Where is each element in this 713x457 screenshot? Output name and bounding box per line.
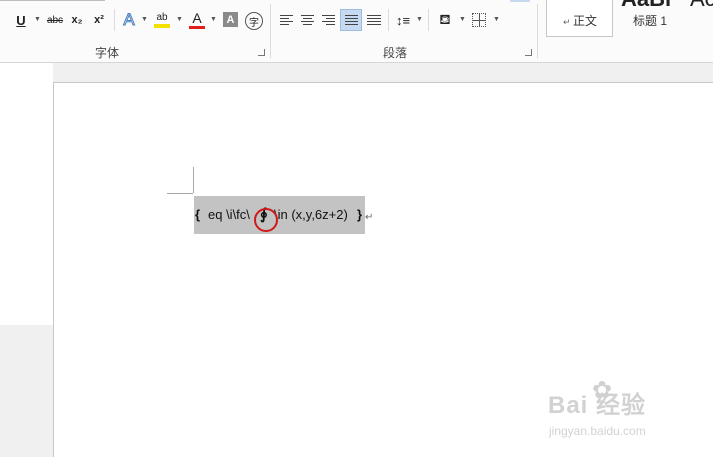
highlight-dropdown-icon[interactable]: ▼ [176, 16, 183, 23]
field-close-brace: } [357, 207, 363, 222]
character-shading-button[interactable]: A [223, 12, 238, 27]
font-group-label: 字体 [95, 46, 120, 60]
field-code-arguments: \in (x,y,6z+2) [274, 207, 348, 222]
align-center-icon [300, 15, 314, 25]
paragraph-dialog-launcher-icon[interactable] [525, 49, 532, 56]
font-color-label: A [192, 10, 202, 26]
line-spacing-dropdown-icon[interactable]: ▼ [416, 16, 423, 23]
superscript-button[interactable]: x² [91, 10, 107, 30]
highlight-color-bar [154, 24, 170, 28]
strikethrough-button[interactable]: abc [44, 10, 66, 30]
align-right-button[interactable] [320, 10, 336, 30]
align-right-icon [321, 15, 335, 25]
align-center-button[interactable] [299, 10, 315, 30]
text-effects-dropdown-icon[interactable]: ▼ [141, 16, 148, 23]
text-effects-button[interactable]: A [121, 10, 137, 30]
ribbon: U ▼ abc x₂ x² A ▼ ab ▼ A ▼ A 字 字体 ↕≡ ▼ ⛾… [0, 0, 713, 63]
gallery-scroll-highlight [510, 0, 530, 2]
divider [388, 9, 389, 31]
underline-button[interactable]: U [14, 10, 28, 30]
style-normal-label: ↵ 正文 [563, 14, 598, 28]
field-open-brace: { [195, 207, 201, 222]
divider [114, 9, 115, 31]
justify-button[interactable] [340, 9, 362, 31]
paragraph-mark: ↵ [365, 212, 374, 223]
align-left-icon [279, 15, 293, 25]
ribbon-top-line [0, 0, 105, 1]
style-heading-preview: AaBl [621, 0, 671, 12]
font-color-dropdown-icon[interactable]: ▼ [210, 16, 217, 23]
font-color-bar [189, 26, 205, 29]
style-next[interactable]: Ac [690, 0, 713, 36]
subscript-button[interactable]: x₂ [69, 10, 85, 30]
style-normal[interactable]: ↵ 正文 [546, 0, 613, 37]
style-heading-1[interactable]: AaBl 标题 1 [617, 0, 677, 36]
font-dialog-launcher-icon[interactable] [258, 49, 265, 56]
line-spacing-icon: ↕≡ [395, 12, 411, 28]
field-code-text: eq \i\fc\ [208, 207, 250, 222]
crop-mark-horizontal [167, 193, 193, 194]
group-divider [537, 4, 538, 58]
justify-icon [344, 15, 358, 25]
distributed-icon [367, 15, 381, 25]
baidu-paw-logo-icon: ✿ [592, 377, 613, 404]
field-code-selection[interactable]: { eq \i\fc\ ∮ \in (x,y,6z+2) } [194, 196, 365, 234]
borders-icon [472, 13, 486, 27]
crop-mark-vertical [193, 167, 194, 193]
paragraph-group-label: 段落 [383, 46, 408, 60]
annotation-circle [254, 208, 278, 232]
underline-dropdown-icon[interactable]: ▼ [34, 16, 41, 23]
shading-button[interactable]: ⛾ [436, 10, 454, 30]
line-spacing-button[interactable]: ↕≡ [395, 10, 411, 30]
borders-dropdown-icon[interactable]: ▼ [493, 16, 500, 23]
baidu-watermark-url: jingyan.baidu.com [549, 424, 646, 438]
left-margin-area [0, 63, 53, 325]
paint-bucket-icon: ⛾ [439, 10, 451, 27]
distributed-button[interactable] [366, 10, 382, 30]
style-heading-1-label: 标题 1 [633, 14, 668, 28]
style-next-preview: Ac [690, 0, 713, 12]
borders-button[interactable] [471, 10, 487, 30]
enclose-characters-button[interactable]: 字 [245, 12, 263, 30]
shading-dropdown-icon[interactable]: ▼ [459, 16, 466, 23]
group-divider [270, 4, 271, 58]
highlight-button[interactable]: ab [153, 10, 171, 30]
highlight-label: ab [156, 12, 168, 23]
font-color-button[interactable]: A [188, 10, 206, 30]
divider [428, 9, 429, 31]
align-left-button[interactable] [278, 10, 294, 30]
